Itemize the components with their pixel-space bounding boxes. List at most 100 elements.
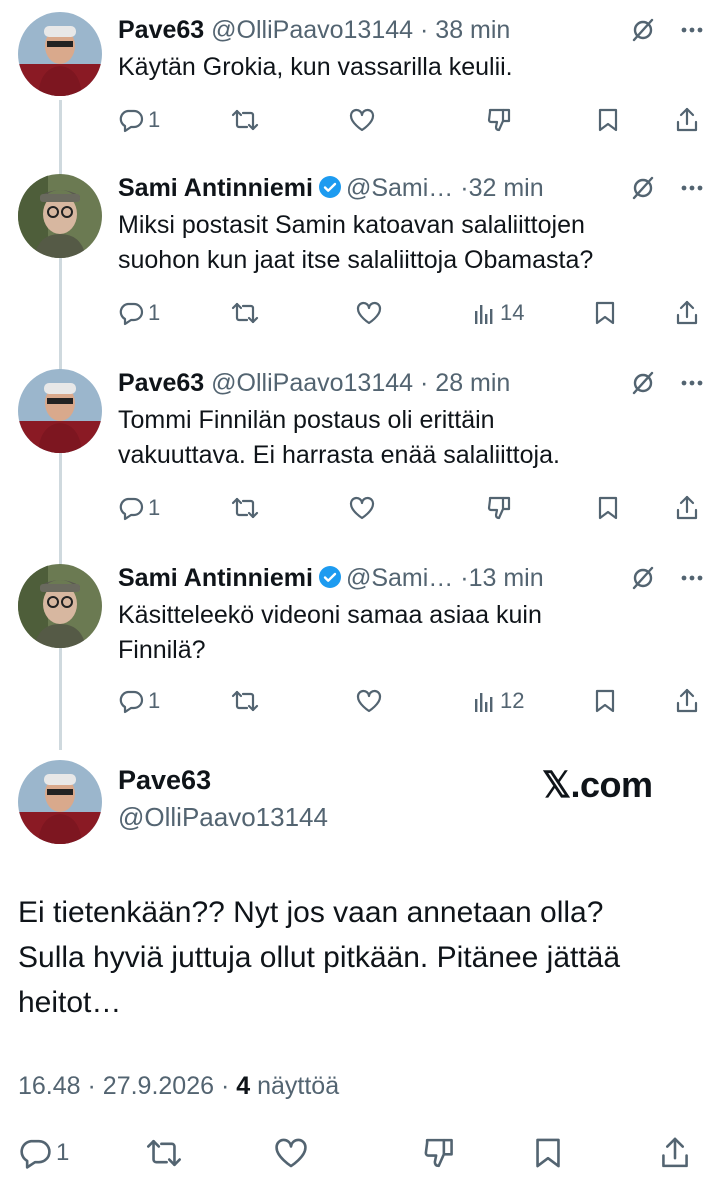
grok-icon[interactable] (629, 174, 657, 202)
reply-button[interactable]: 1 (118, 298, 160, 328)
share-icon (676, 688, 698, 713)
repost-button[interactable] (230, 298, 260, 328)
reply-icon (119, 302, 144, 326)
share-button[interactable] (674, 298, 700, 328)
share-button[interactable] (674, 105, 700, 135)
views-label: näyttöä (257, 1072, 340, 1100)
post-date[interactable]: 27.9.2026 (103, 1072, 214, 1100)
repost-icon (231, 109, 259, 131)
avatar-sami-antinniemi[interactable] (18, 174, 102, 258)
main-action-bar: 1 (18, 1133, 698, 1173)
more-icon[interactable] (679, 17, 705, 43)
repost-icon (147, 1139, 181, 1167)
bookmark-icon (595, 689, 615, 713)
like-icon (356, 301, 382, 325)
author-name[interactable]: Pave63 (118, 16, 204, 44)
reply-tweet[interactable]: Pave63 @OlliPaavo13144 · 38 min Käytän G… (0, 12, 717, 137)
avatar-pave63[interactable] (18, 369, 102, 453)
grok-icon[interactable] (629, 16, 657, 44)
author-name[interactable]: Sami Antinniemi (118, 564, 313, 592)
reply-button[interactable]: 1 (118, 686, 160, 716)
like-button[interactable] (348, 105, 376, 135)
share-button[interactable] (658, 1133, 692, 1173)
reply-tweet[interactable]: Pave63 @OlliPaavo13144 · 28 min Tommi Fi… (0, 365, 717, 525)
bookmark-button[interactable] (596, 105, 620, 135)
reply-count: 1 (148, 495, 161, 520)
bookmark-icon (536, 1138, 560, 1168)
post-time[interactable]: 16.48 (18, 1072, 81, 1100)
like-button[interactable] (355, 686, 383, 716)
main-tweet-text: Ei tietenkään?? Nyt jos vaan annetaan ol… (18, 896, 621, 1019)
like-button[interactable] (355, 298, 383, 328)
bookmark-button[interactable] (596, 493, 620, 523)
repost-button[interactable] (230, 493, 260, 523)
bookmark-icon (595, 301, 615, 325)
dislike-icon (487, 496, 511, 520)
reply-icon (119, 109, 144, 133)
author-handle[interactable]: @OlliPaavo13144 (211, 369, 413, 397)
reply-icon (119, 497, 144, 521)
reply-count: 1 (148, 107, 161, 132)
views-button[interactable]: 12 (474, 686, 524, 716)
header-icons (629, 170, 705, 206)
bookmark-button[interactable] (593, 298, 617, 328)
bookmark-button[interactable] (532, 1133, 564, 1173)
reply-button[interactable]: 1 (118, 493, 160, 523)
author-name[interactable]: Sami Antinniemi (118, 174, 313, 202)
main-author-name[interactable]: Pave63 (118, 765, 211, 796)
grok-icon[interactable] (629, 369, 657, 397)
more-icon[interactable] (679, 175, 705, 201)
share-button[interactable] (674, 493, 700, 523)
repost-button[interactable] (230, 686, 260, 716)
bookmark-icon (598, 496, 618, 520)
avatar-pave63[interactable] (18, 12, 102, 96)
dislike-button[interactable] (486, 493, 514, 523)
author-handle[interactable]: @OlliPaavo13144 (211, 16, 413, 44)
like-button[interactable] (348, 493, 376, 523)
tweet-text: Käytän Grokia, kun vassarilla keulii. (118, 53, 513, 81)
author-handle[interactable]: @Sami… (346, 564, 453, 592)
timestamp[interactable]: 13 min (469, 564, 544, 592)
repost-button[interactable] (230, 105, 260, 135)
reply-button[interactable]: 1 (18, 1133, 69, 1173)
more-icon[interactable] (679, 370, 705, 396)
share-icon (662, 1137, 688, 1168)
repost-button[interactable] (144, 1133, 184, 1173)
reply-count: 1 (148, 300, 161, 325)
like-icon (275, 1138, 307, 1168)
bookmark-icon (598, 108, 618, 132)
more-icon[interactable] (679, 565, 705, 591)
verified-badge-icon (318, 566, 341, 588)
reply-button[interactable]: 1 (118, 105, 160, 135)
avatar-sami-antinniemi[interactable] (18, 564, 102, 648)
tweet-header: Sami Antinniemi @Sami… ·13 min (118, 564, 544, 592)
main-author-handle[interactable]: @OlliPaavo13144 (118, 802, 328, 833)
timestamp[interactable]: 38 min (435, 16, 510, 44)
timestamp[interactable]: 32 min (469, 174, 544, 202)
bookmark-button[interactable] (593, 686, 617, 716)
share-icon (676, 300, 698, 325)
tweet-text: Käsitteleekö videoni samaa asiaa kuin Fi… (118, 601, 542, 664)
dislike-button[interactable] (422, 1133, 458, 1173)
timestamp[interactable]: 28 min (435, 369, 510, 397)
grok-icon[interactable] (629, 564, 657, 592)
reply-tweet[interactable]: Sami Antinniemi @Sami… ·32 min Miksi post… (0, 170, 717, 330)
share-button[interactable] (674, 686, 700, 716)
reply-tweet[interactable]: Sami Antinniemi @Sami… ·13 min Käsittelee… (0, 560, 717, 720)
repost-icon (231, 302, 259, 324)
tweet-header: Sami Antinniemi @Sami… ·32 min (118, 174, 544, 202)
like-button[interactable] (272, 1133, 310, 1173)
reply-count: 1 (148, 688, 161, 713)
like-icon (356, 689, 382, 713)
dislike-button[interactable] (486, 105, 514, 135)
author-handle[interactable]: @Sami… (346, 174, 453, 202)
action-bar: 1 (118, 493, 708, 523)
avatar-pave63-main[interactable] (18, 760, 102, 844)
verified-badge-icon (318, 176, 341, 198)
views-icon (475, 693, 493, 712)
reply-icon (119, 690, 144, 714)
tweet-header: Pave63 @OlliPaavo13144 · 28 min (118, 369, 511, 397)
action-bar: 1 12 (118, 686, 708, 716)
views-button[interactable]: 14 (474, 298, 524, 328)
author-name[interactable]: Pave63 (118, 369, 204, 397)
